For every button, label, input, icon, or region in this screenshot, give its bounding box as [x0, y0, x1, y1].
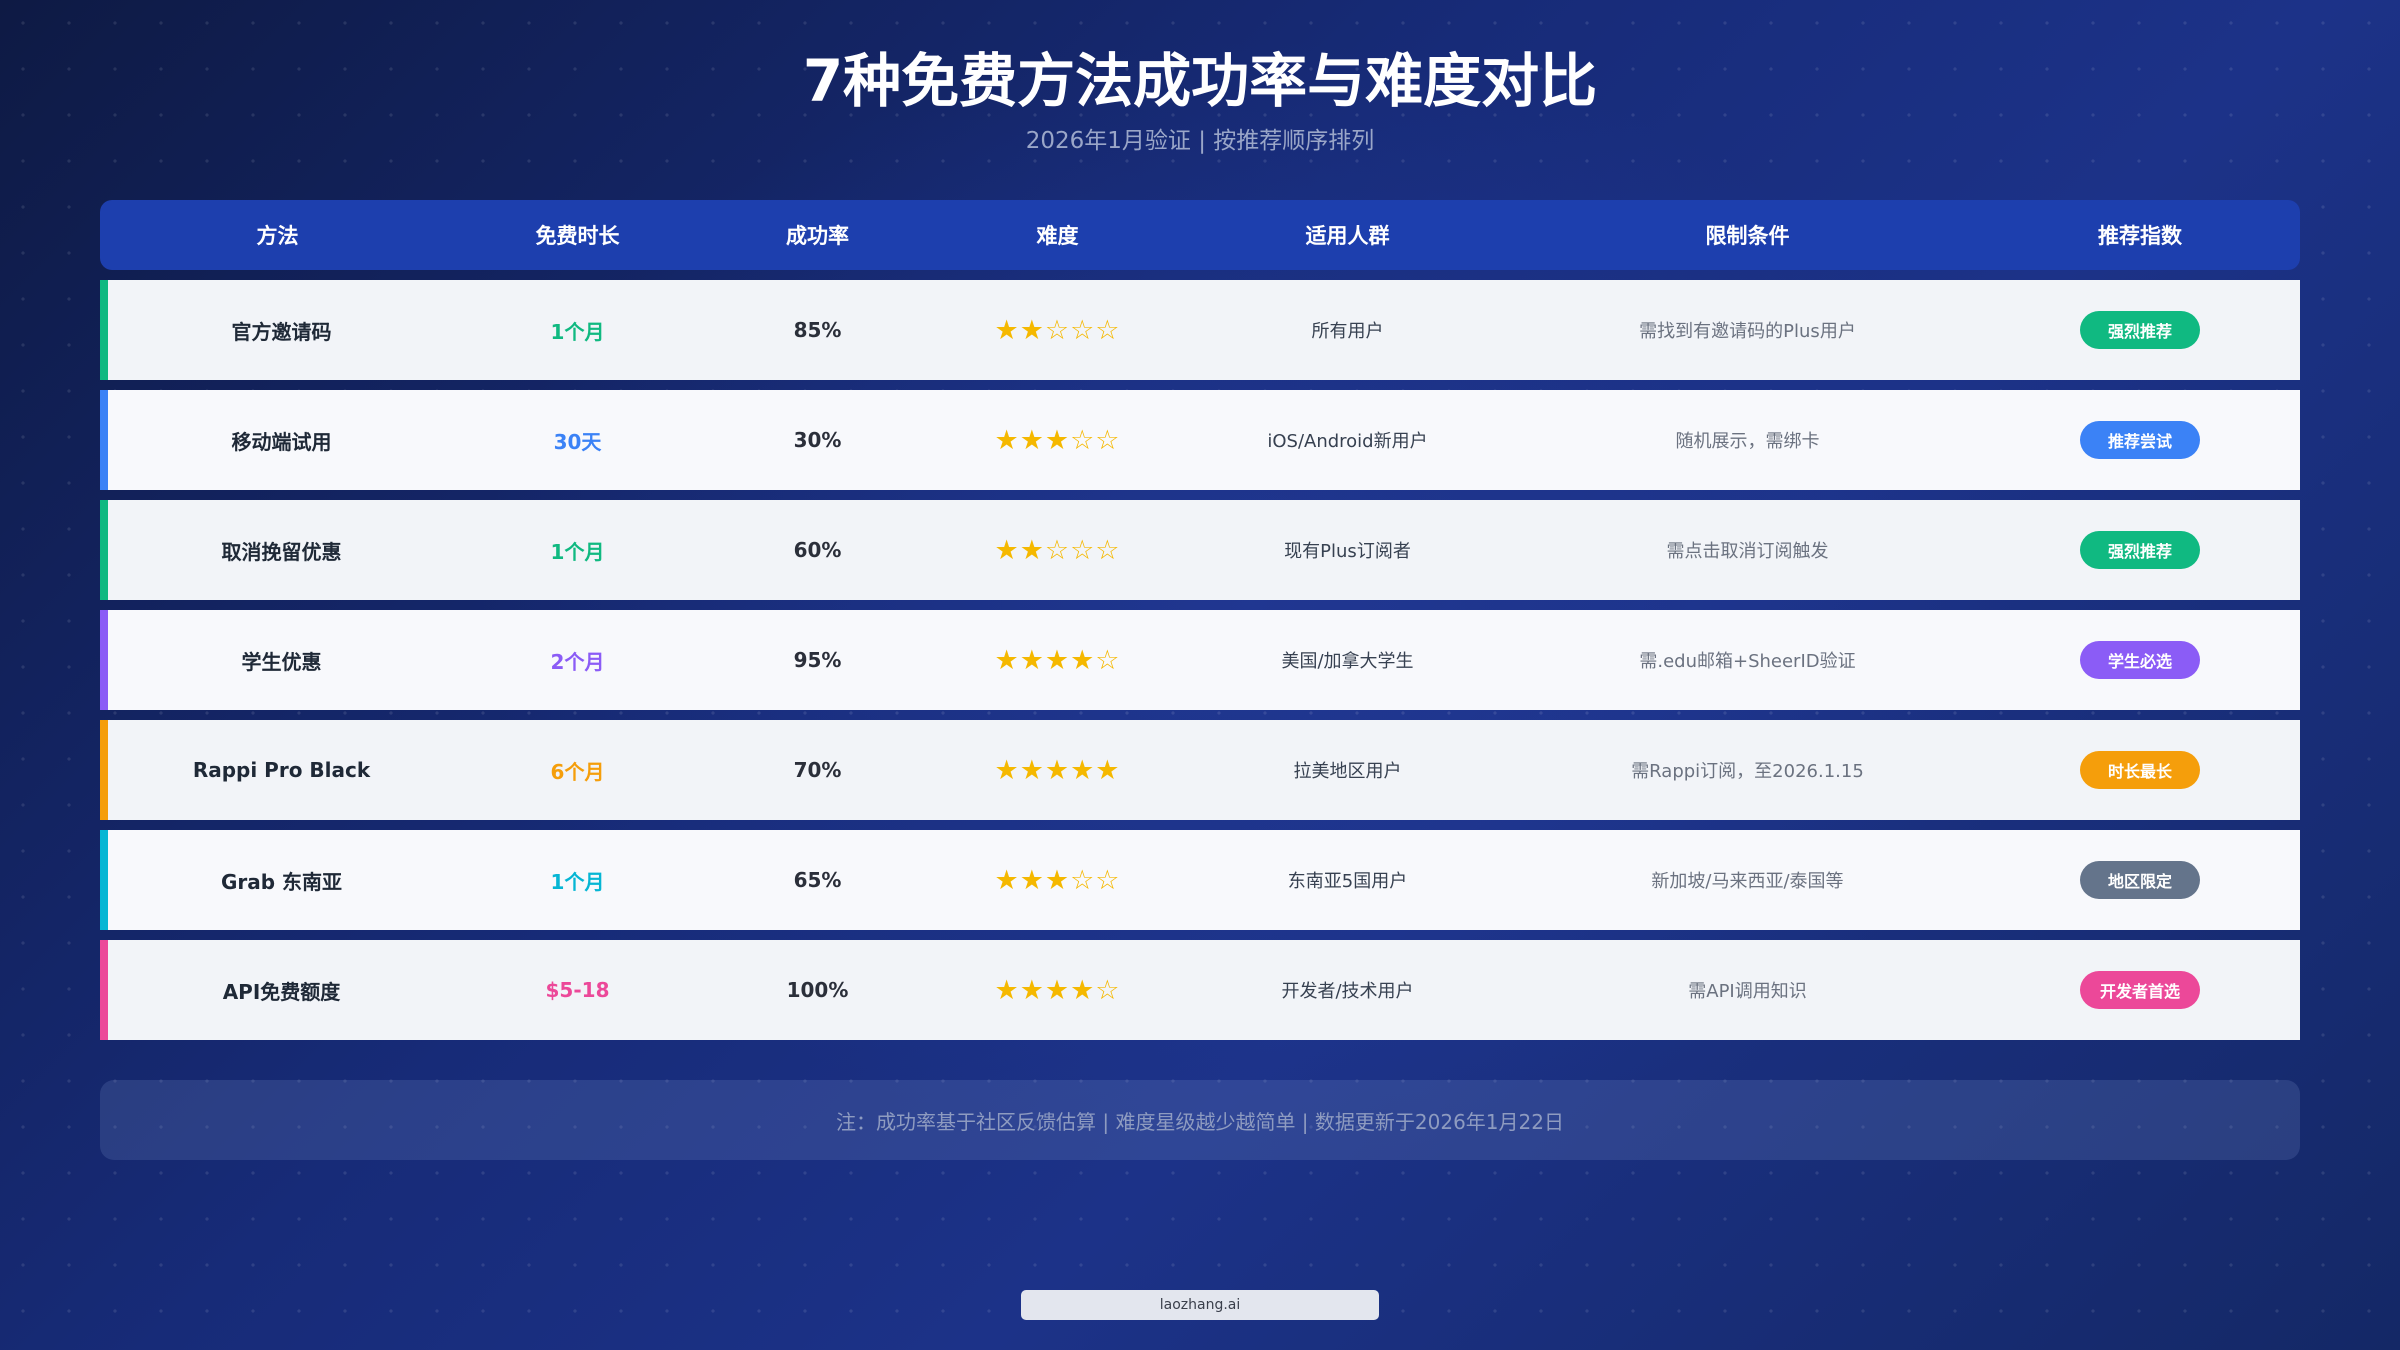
recommendation-badge: 强烈推荐	[2080, 531, 2200, 569]
header-audience: 适用人群	[1305, 224, 1390, 248]
page-title: 7种免费方法成功率与难度对比	[802, 47, 1598, 115]
page-subtitle: 2026年1月验证 | 按推荐顺序排列	[1025, 128, 1375, 154]
cell-success-rate: 100%	[786, 978, 849, 1002]
cell-audience: 现有Plus订阅者	[1284, 541, 1411, 562]
cell-limit: 需找到有邀请码的Plus用户	[1639, 321, 1856, 342]
cell-duration: 1个月	[550, 539, 605, 564]
header-recommendation: 推荐指数	[2098, 224, 2182, 248]
cell-limit: 需点击取消订阅触发	[1666, 541, 1829, 562]
table-row: 官方邀请码 1个月 85% ★★☆☆☆ 所有用户 需找到有邀请码的Plus用户 强烈推荐	[100, 280, 2300, 380]
header-limit: 限制条件	[1705, 224, 1790, 248]
cell-recommendation: 开发者首选	[1980, 940, 2300, 1040]
cell-difficulty-stars: ★★★☆☆	[994, 864, 1121, 896]
cell-method: Grab 东南亚	[220, 869, 343, 894]
cell-success-rate: 85%	[793, 318, 842, 342]
cell-recommendation: 时长最长	[1980, 720, 2300, 820]
table-row: 学生优惠 2个月 95% ★★★★☆ 美国/加拿大学生 需.edu邮箱+SheerID验证…	[100, 610, 2300, 710]
cell-audience: 东南亚5国用户	[1287, 871, 1408, 892]
cell-difficulty-stars: ★★★☆☆	[994, 424, 1121, 456]
cell-success-rate: 65%	[793, 868, 842, 892]
header-success-rate: 成功率	[786, 224, 849, 248]
cell-method: 移动端试用	[231, 429, 332, 454]
comparison-table: 方法 免费时长 成功率 难度 适用人群 限制条件 推荐指数 官方邀请码 1个月 85…	[100, 200, 2300, 1040]
table-row: Grab 东南亚 1个月 65% ★★★☆☆ 东南亚5国用户 新加坡/马来西亚/泰国等 地区…	[100, 830, 2300, 930]
cell-recommendation: 强烈推荐	[1980, 280, 2300, 380]
cell-difficulty-stars: ★★☆☆☆	[994, 534, 1121, 566]
header-duration: 免费时长	[535, 224, 620, 248]
cell-duration: 2个月	[550, 649, 605, 674]
cell-duration: $5-18	[545, 978, 610, 1002]
cell-audience: 开发者/技术用户	[1281, 981, 1414, 1002]
cell-limit: 随机展示，需绑卡	[1675, 431, 1820, 452]
cell-difficulty-stars: ★★★★☆	[994, 974, 1121, 1006]
cell-method: API免费额度	[222, 979, 341, 1004]
cell-difficulty-stars: ★★★★★	[994, 754, 1121, 786]
cell-duration: 1个月	[550, 869, 605, 894]
cell-method: 官方邀请码	[231, 319, 332, 344]
cell-success-rate: 30%	[793, 428, 842, 452]
cell-audience: 所有用户	[1311, 321, 1384, 342]
cell-audience: 拉美地区用户	[1293, 761, 1402, 782]
cell-audience: 美国/加拿大学生	[1281, 651, 1414, 672]
cell-limit: 需Rappi订阅，至2026.1.15	[1631, 761, 1864, 782]
recommendation-badge: 时长最长	[2080, 751, 2200, 789]
recommendation-badge: 开发者首选	[2080, 971, 2200, 1009]
cell-difficulty-stars: ★★☆☆☆	[994, 314, 1121, 346]
header-difficulty: 难度	[1036, 224, 1079, 248]
table-header: 方法 免费时长 成功率 难度 适用人群 限制条件 推荐指数	[100, 200, 2300, 270]
cell-method: Rappi Pro Black	[192, 758, 371, 782]
cell-success-rate: 60%	[793, 538, 842, 562]
watermark-label: laozhang.ai	[1021, 1290, 1379, 1320]
cell-recommendation: 学生必选	[1980, 610, 2300, 710]
recommendation-badge: 推荐尝试	[2080, 421, 2200, 459]
header-method: 方法	[256, 224, 299, 248]
recommendation-badge: 强烈推荐	[2080, 311, 2200, 349]
cell-audience: iOS/Android新用户	[1267, 431, 1428, 452]
cell-difficulty-stars: ★★★★☆	[994, 644, 1121, 676]
table-row: API免费额度 $5-18 100% ★★★★☆ 开发者/技术用户 需API调用知识 开发者…	[100, 940, 2300, 1040]
cell-duration: 30天	[553, 429, 602, 454]
cell-success-rate: 70%	[793, 758, 842, 782]
cell-success-rate: 95%	[793, 648, 842, 672]
recommendation-badge: 学生必选	[2080, 641, 2200, 679]
cell-method: 取消挽留优惠	[221, 539, 342, 564]
cell-limit: 新加坡/马来西亚/泰国等	[1651, 871, 1844, 892]
cell-duration: 1个月	[550, 319, 605, 344]
cell-limit: 需API调用知识	[1688, 981, 1807, 1002]
recommendation-badge: 地区限定	[2080, 861, 2200, 899]
cell-recommendation: 地区限定	[1980, 830, 2300, 930]
cell-duration: 6个月	[550, 759, 605, 784]
cell-method: 学生优惠	[241, 649, 322, 674]
table-row: 取消挽留优惠 1个月 60% ★★☆☆☆ 现有Plus订阅者 需点击取消订阅触发 强烈推荐	[100, 500, 2300, 600]
footer-note: 注：成功率基于社区反馈估算 | 难度星级越少越简单 | 数据更新于2026年1月…	[100, 1080, 2300, 1160]
table-row: 移动端试用 30天 30% ★★★☆☆ iOS/Android新用户 随机展示，需绑卡 推荐…	[100, 390, 2300, 490]
table-row: Rappi Pro Black 6个月 70% ★★★★★ 拉美地区用户 需Rappi订阅…	[100, 720, 2300, 820]
cell-limit: 需.edu邮箱+SheerID验证	[1639, 651, 1856, 672]
cell-recommendation: 推荐尝试	[1980, 390, 2300, 490]
cell-recommendation: 强烈推荐	[1980, 500, 2300, 600]
